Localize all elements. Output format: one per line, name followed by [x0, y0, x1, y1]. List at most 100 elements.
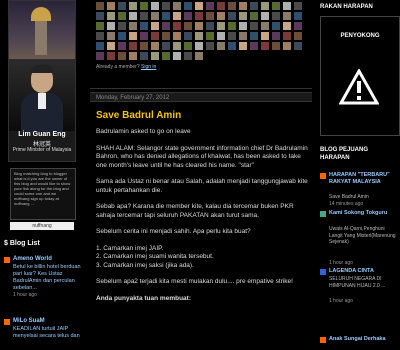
follower-avatar[interactable]	[294, 22, 302, 30]
follower-avatar[interactable]	[162, 12, 170, 20]
follower-avatar[interactable]	[107, 52, 115, 60]
follower-avatar[interactable]	[129, 42, 137, 50]
follower-avatar[interactable]	[206, 32, 214, 40]
follower-avatar[interactable]	[96, 12, 104, 20]
follower-avatar[interactable]	[250, 2, 258, 10]
follower-avatar[interactable]	[217, 22, 225, 30]
follower-avatar[interactable]	[261, 32, 269, 40]
follower-avatar[interactable]	[140, 52, 148, 60]
follower-avatar[interactable]	[129, 2, 137, 10]
follower-avatar[interactable]	[140, 32, 148, 40]
follower-avatar[interactable]	[162, 42, 170, 50]
penyokong-box[interactable]: PENYOKONG	[320, 16, 400, 136]
follower-avatar[interactable]	[228, 22, 236, 30]
follower-avatar[interactable]	[96, 2, 104, 10]
follower-avatar[interactable]	[173, 52, 181, 60]
follower-avatar[interactable]	[206, 22, 214, 30]
follower-avatar[interactable]	[173, 2, 181, 10]
follower-avatar[interactable]	[294, 32, 302, 40]
follower-avatar[interactable]	[250, 12, 258, 20]
follower-avatar[interactable]	[107, 22, 115, 30]
blog-item-sub[interactable]: Uwais Al-Qarni,Penghuni Langit Yang Mist…	[329, 226, 397, 246]
follower-avatar[interactable]	[151, 32, 159, 40]
blog-item-title[interactable]: Kami Sokong Tokguru	[329, 210, 397, 217]
follower-avatar[interactable]	[195, 22, 203, 30]
follower-avatar[interactable]	[184, 2, 192, 10]
follower-avatar[interactable]	[107, 42, 115, 50]
sign-in-link[interactable]: Sign in	[141, 64, 156, 70]
follower-avatar[interactable]	[195, 2, 203, 10]
follower-avatar[interactable]	[96, 42, 104, 50]
follower-avatar[interactable]	[261, 2, 269, 10]
follower-avatar[interactable]	[195, 32, 203, 40]
follower-avatar[interactable]	[195, 52, 203, 60]
blog-item-sub[interactable]: SELURUH NEGARA DI HIMPUNAN HIJAU 2.0 ...	[329, 276, 397, 289]
follower-avatar[interactable]	[173, 32, 181, 40]
follower-avatar[interactable]	[239, 12, 247, 20]
profile-banner[interactable]: Lim Guan Eng 林冠英 Prime Minister of Malay…	[8, 0, 76, 162]
follower-avatar[interactable]	[272, 22, 280, 30]
follower-avatar[interactable]	[272, 42, 280, 50]
nuffnang-badge[interactable]: nuffnang	[10, 222, 74, 230]
follower-avatar[interactable]	[217, 42, 225, 50]
follower-avatar[interactable]	[118, 42, 126, 50]
follower-avatar[interactable]	[184, 52, 192, 60]
follower-avatar[interactable]	[283, 12, 291, 20]
follower-avatar[interactable]	[283, 2, 291, 10]
follower-avatar[interactable]	[162, 32, 170, 40]
follower-avatar[interactable]	[250, 32, 258, 40]
follower-avatar[interactable]	[173, 12, 181, 20]
follower-avatar[interactable]	[206, 12, 214, 20]
blog-name[interactable]: MiLo SuaM	[13, 318, 45, 324]
follower-avatar[interactable]	[250, 22, 258, 30]
follower-avatar[interactable]	[151, 2, 159, 10]
follower-avatar[interactable]	[239, 2, 247, 10]
follower-avatar[interactable]	[184, 32, 192, 40]
follower-avatar[interactable]	[195, 42, 203, 50]
post-title[interactable]: Save Badrul Amin	[96, 110, 181, 121]
follower-avatar[interactable]	[261, 22, 269, 30]
follower-avatar[interactable]	[162, 2, 170, 10]
nuffnang-widget[interactable]: Blog matching blog to blogger what is it…	[10, 168, 76, 220]
follower-avatar[interactable]	[118, 22, 126, 30]
follower-avatar[interactable]	[107, 2, 115, 10]
blog-excerpt-text[interactable]: KEADILAN turtuil JAIP menyelsai secara t…	[13, 326, 80, 339]
follower-avatar[interactable]	[162, 52, 170, 60]
follower-avatar[interactable]	[96, 52, 104, 60]
blog-item-title[interactable]: HARAPAN "TERBARU" RAKYAT MALAYSIA	[329, 172, 397, 186]
follower-avatar[interactable]	[118, 12, 126, 20]
follower-avatar[interactable]	[96, 22, 104, 30]
follower-avatar[interactable]	[184, 12, 192, 20]
follower-avatar[interactable]	[151, 22, 159, 30]
follower-avatar[interactable]	[217, 2, 225, 10]
blog-excerpt-text[interactable]: Betul ke billin hotel berduan pari luar?…	[13, 264, 81, 291]
follower-avatar[interactable]	[228, 12, 236, 20]
blog-name[interactable]: Ameno World	[13, 256, 52, 262]
follower-avatar[interactable]	[129, 22, 137, 30]
follower-avatar[interactable]	[96, 32, 104, 40]
follower-avatar[interactable]	[272, 12, 280, 20]
follower-avatar[interactable]	[272, 32, 280, 40]
follower-avatar[interactable]	[228, 32, 236, 40]
follower-avatar[interactable]	[118, 32, 126, 40]
follower-avatar[interactable]	[129, 12, 137, 20]
follower-avatar[interactable]	[239, 42, 247, 50]
follower-avatar[interactable]	[239, 22, 247, 30]
follower-avatar[interactable]	[129, 52, 137, 60]
follower-avatar[interactable]	[228, 2, 236, 10]
follower-avatar[interactable]	[294, 2, 302, 10]
follower-avatar[interactable]	[228, 42, 236, 50]
follower-avatar[interactable]	[294, 12, 302, 20]
follower-avatar[interactable]	[250, 42, 258, 50]
follower-avatar[interactable]	[272, 2, 280, 10]
follower-avatar[interactable]	[283, 22, 291, 30]
follower-avatar[interactable]	[118, 52, 126, 60]
follower-avatar[interactable]	[151, 42, 159, 50]
blog-item-title[interactable]: LAGENDA CINTA	[329, 268, 397, 275]
follower-avatar[interactable]	[294, 42, 302, 50]
follower-avatar[interactable]	[261, 42, 269, 50]
blog-item-title[interactable]: Anak Sungai Derhaka	[329, 336, 397, 343]
follower-avatar[interactable]	[217, 12, 225, 20]
follower-avatar[interactable]	[283, 42, 291, 50]
follower-avatar[interactable]	[162, 22, 170, 30]
